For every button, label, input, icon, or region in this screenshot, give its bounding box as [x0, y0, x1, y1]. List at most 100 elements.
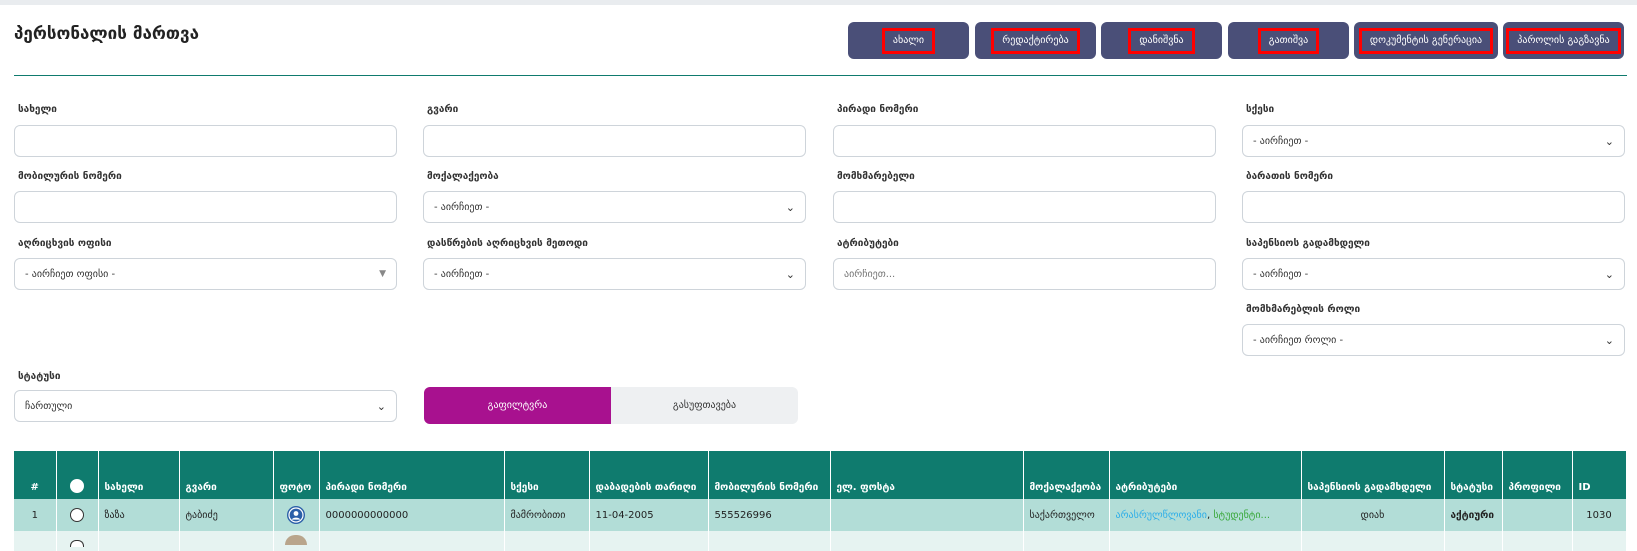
personnel-table: # სახელი გვარი ფოტო პირადი ნომერი სქესი …	[14, 451, 1627, 551]
attendance-method-select-value: - აირჩიეთ -	[434, 268, 490, 280]
attributes-input[interactable]	[833, 258, 1216, 290]
cell-email	[830, 531, 1024, 551]
pension-payer-select[interactable]: - აირჩიეთ - ⌄	[1242, 258, 1625, 290]
col-header-email[interactable]: ელ. ფოსტა	[830, 451, 1024, 499]
office-select[interactable]: - აირჩიეთ ოფისი - ▼	[14, 258, 397, 290]
cell-profile	[1502, 499, 1573, 531]
cell-first-name	[98, 531, 180, 551]
cell-select[interactable]	[56, 531, 99, 551]
cell-profile	[1502, 531, 1573, 551]
user-role-select-value: - აირჩიეთ როლი -	[1253, 334, 1344, 346]
attribute-tag: სტუდენტი...	[1213, 509, 1271, 521]
cell-mobile: 555526996	[708, 499, 831, 531]
cell-index	[14, 531, 57, 551]
surname-input[interactable]	[423, 125, 806, 157]
cell-email	[830, 499, 1024, 531]
dismiss-button-label: გათიშვა	[1257, 27, 1320, 54]
clear-button[interactable]: გასუფთავება	[611, 387, 798, 424]
col-header-photo[interactable]: ფოტო	[273, 451, 320, 499]
chevron-down-icon: ⌄	[376, 399, 386, 413]
cell-last-name	[179, 531, 274, 551]
cell-status: აქტიური	[1444, 499, 1503, 531]
cell-id	[1572, 531, 1627, 551]
col-header-birth-date[interactable]: დაბადების თარიღი	[589, 451, 709, 499]
cell-photo	[273, 499, 320, 531]
cell-citizenship	[1023, 531, 1110, 551]
status-label: სტატუსი	[18, 371, 61, 382]
chevron-down-icon: ⌄	[1604, 333, 1614, 347]
dismiss-button[interactable]: გათიშვა	[1228, 22, 1349, 59]
col-header-index[interactable]: #	[14, 451, 57, 499]
personal-number-input[interactable]	[833, 125, 1216, 157]
cell-photo	[273, 531, 320, 551]
name-input[interactable]	[14, 125, 397, 157]
generate-document-button-label: დოკუმენტის გენერაცია	[1358, 27, 1494, 54]
cell-pension-payer	[1301, 531, 1445, 551]
col-header-id[interactable]: ID	[1572, 451, 1627, 499]
user-role-label: მომხმარებლის როლი	[1246, 304, 1361, 315]
cell-select[interactable]	[56, 499, 99, 531]
caret-down-icon: ▼	[379, 269, 386, 279]
chevron-down-icon: ⌄	[785, 200, 795, 214]
table-row[interactable]: 1 ზაზა ტაბიძე 0000000000000 მამრობითი 11…	[14, 499, 1627, 531]
select-all-radio[interactable]	[70, 479, 84, 493]
col-header-personal-number[interactable]: პირადი ნომერი	[319, 451, 505, 499]
mobile-input[interactable]	[14, 191, 397, 223]
cell-gender	[504, 531, 590, 551]
attributes-label: ატრიბუტები	[837, 238, 899, 249]
office-select-value: - აირჩიეთ ოფისი -	[25, 268, 116, 280]
top-strip	[0, 0, 1637, 5]
office-label: აღრიცხვის ოფისი	[18, 238, 112, 249]
gender-select-value: - აირჩიეთ -	[1253, 135, 1309, 147]
status-select[interactable]: ჩართული ⌄	[14, 390, 397, 422]
cell-status	[1444, 531, 1503, 551]
generate-document-button[interactable]: დოკუმენტის გენერაცია	[1354, 22, 1498, 59]
page-title: პერსონალის მართვა	[14, 24, 199, 44]
col-header-mobile[interactable]: მობილურის ნომერი	[708, 451, 831, 499]
pension-payer-label: საპენსიოს გადამხდელი	[1246, 238, 1370, 249]
col-header-citizenship[interactable]: მოქალაქეობა	[1023, 451, 1110, 499]
col-header-first-name[interactable]: სახელი	[98, 451, 180, 499]
col-header-attributes[interactable]: ატრიბუტები	[1109, 451, 1302, 499]
col-header-status[interactable]: სტატუსი	[1444, 451, 1503, 499]
user-photo-icon[interactable]	[285, 534, 307, 545]
chevron-down-icon: ⌄	[785, 267, 795, 281]
col-header-last-name[interactable]: გვარი	[179, 451, 274, 499]
cell-citizenship: საქართველო	[1023, 499, 1110, 531]
send-password-button-label: პაროლის გაგზავნა	[1506, 27, 1621, 54]
personal-number-label: პირადი ნომერი	[837, 104, 919, 115]
chevron-down-icon: ⌄	[1604, 134, 1614, 148]
assign-button-label: დანიშვნა	[1128, 27, 1195, 54]
user-avatar-icon[interactable]	[287, 506, 305, 524]
gender-select[interactable]: - აირჩიეთ - ⌄	[1242, 125, 1625, 157]
card-number-input[interactable]	[1242, 191, 1625, 223]
cell-birth-date: 11-04-2005	[589, 499, 709, 531]
row-select-radio[interactable]	[70, 508, 84, 522]
table-header-row: # სახელი გვარი ფოტო პირადი ნომერი სქესი …	[14, 451, 1627, 499]
cell-personal-number: 0000000000000	[319, 499, 505, 531]
cell-first-name: ზაზა	[98, 499, 180, 531]
filter-button[interactable]: გაფილტვრა	[424, 387, 611, 424]
cell-index: 1	[14, 499, 57, 531]
cell-gender: მამრობითი	[504, 499, 590, 531]
col-header-gender[interactable]: სქესი	[504, 451, 590, 499]
table-row[interactable]	[14, 531, 1627, 551]
new-button[interactable]: ახალი	[848, 22, 969, 59]
citizenship-select-value: - აირჩიეთ -	[434, 201, 490, 213]
status-select-value: ჩართული	[25, 400, 73, 412]
col-header-select[interactable]	[56, 451, 99, 499]
attendance-method-select[interactable]: - აირჩიეთ - ⌄	[423, 258, 806, 290]
send-password-button[interactable]: პაროლის გაგზავნა	[1503, 22, 1624, 59]
col-header-pension-payer[interactable]: საპენსიოს გადამხდელი	[1301, 451, 1445, 499]
col-header-profile[interactable]: პროფილი	[1502, 451, 1573, 499]
pension-payer-select-value: - აირჩიეთ -	[1253, 268, 1309, 280]
citizenship-select[interactable]: - აირჩიეთ - ⌄	[423, 191, 806, 223]
surname-label: გვარი	[427, 104, 459, 115]
attribute-tag: არასრულწლოვანი	[1115, 509, 1207, 521]
user-role-select[interactable]: - აირჩიეთ როლი - ⌄	[1242, 324, 1625, 356]
citizenship-label: მოქალაქეობა	[427, 171, 499, 182]
assign-button[interactable]: დანიშვნა	[1101, 22, 1222, 59]
gender-label: სქესი	[1246, 104, 1275, 115]
edit-button[interactable]: რედაქტირება	[975, 22, 1096, 59]
user-input[interactable]	[833, 191, 1216, 223]
